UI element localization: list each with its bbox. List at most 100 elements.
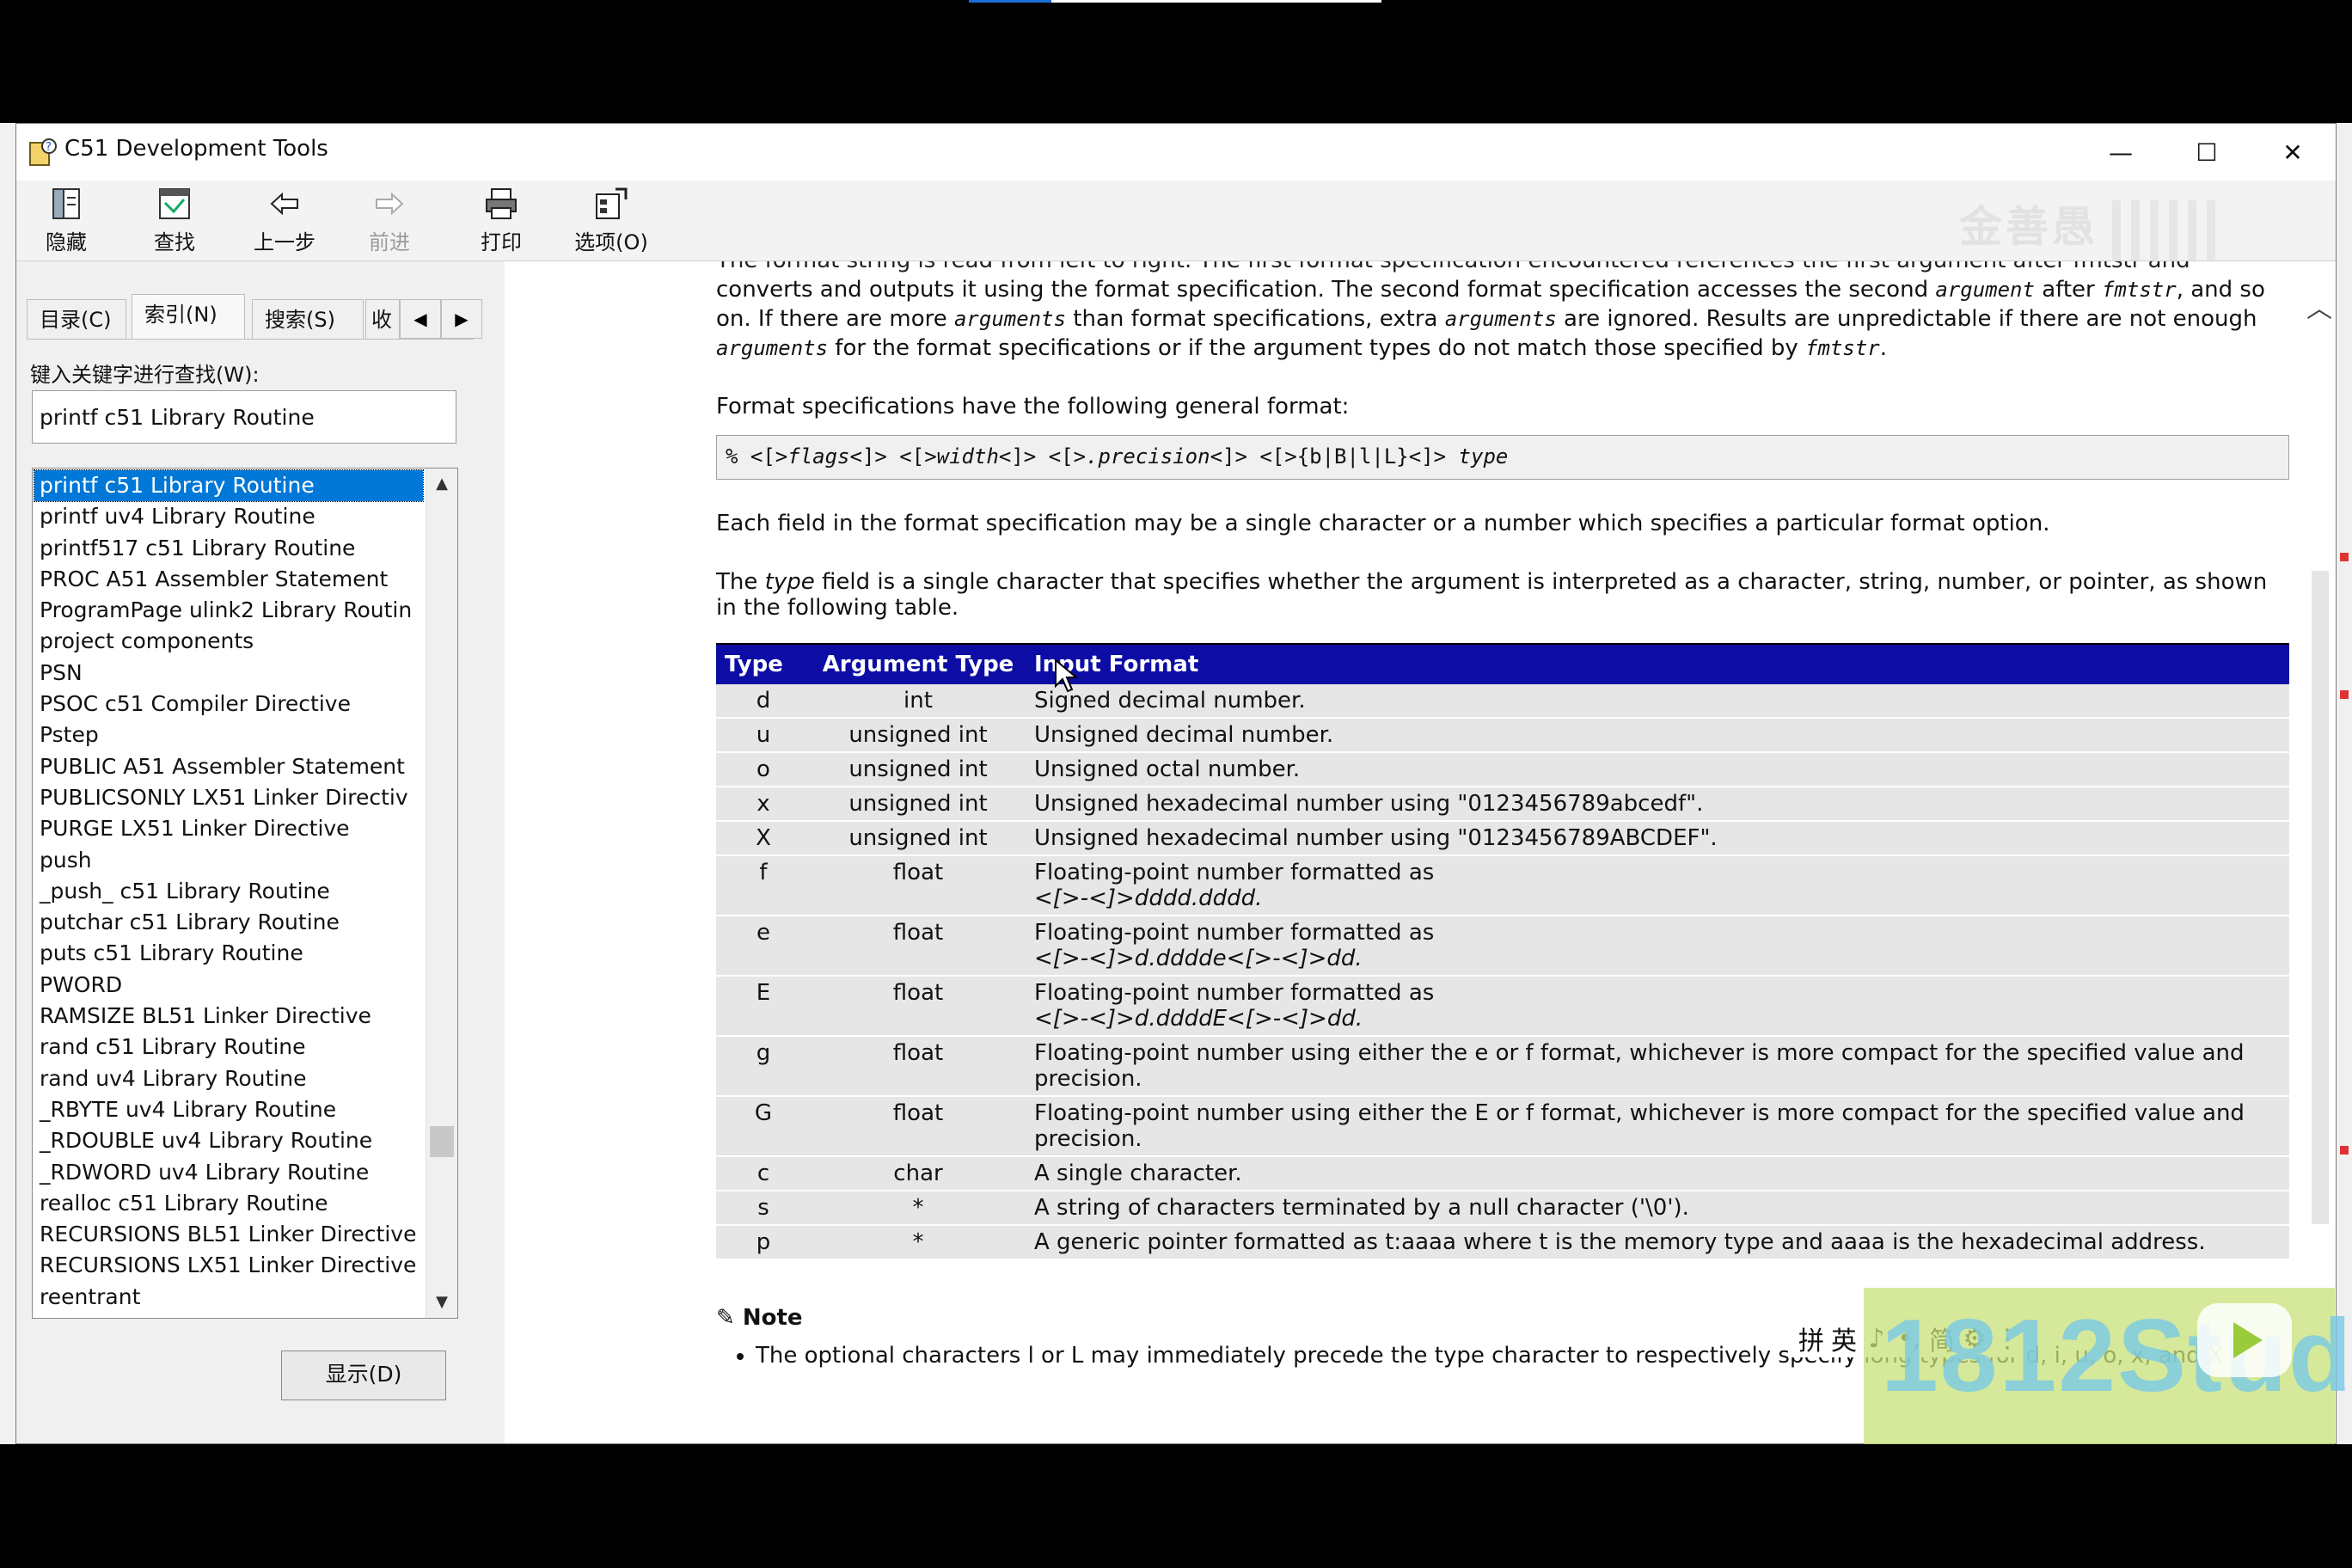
print-button[interactable]: 打印 (458, 186, 544, 258)
content-scrollbar[interactable]: ︿ (2303, 261, 2336, 1443)
format-cell: A single character. (1026, 1156, 2289, 1191)
argtype-cell: unsigned int (811, 821, 1026, 856)
index-list-item[interactable]: RAMSIZE BL51 Linker Directive (34, 1001, 423, 1032)
format-cell: Floating-point number using either the E… (1026, 1096, 2289, 1157)
index-items: printf c51 Library Routine printf uv4 Lib… (34, 469, 424, 1318)
format-desc: Unsigned hexadecimal number using "01234… (1034, 791, 1704, 817)
format-cell: Floating-point number formatted as <[>-<]… (1026, 855, 2289, 916)
type-cell: f (716, 855, 811, 916)
tab-contents[interactable]: 目录(C) (27, 299, 126, 339)
tab-index[interactable]: 索引(N) (132, 294, 245, 339)
scroll-thumb[interactable] (430, 1126, 454, 1157)
nav-tabs: 目录(C) 索引(N) 搜索(S) 收 ◀ ▶ (27, 294, 482, 339)
index-list[interactable]: printf c51 Library Routine printf uv4 Lib… (32, 468, 458, 1319)
table-row: u unsigned int Unsigned decimal number. (716, 718, 2289, 753)
close-icon: ✕ (2282, 138, 2303, 167)
index-list-item[interactable]: PWORD (34, 970, 423, 1001)
format-desc: Floating-point number formatted as (1034, 860, 1435, 885)
index-list-item[interactable]: reentrant (34, 1282, 423, 1313)
index-list-item[interactable]: _RDWORD uv4 Library Routine (34, 1157, 423, 1188)
index-list-item[interactable]: PSN (34, 658, 423, 689)
format-spec: <[>-<]>d.dddde<[>-<]>dd. (1034, 946, 1363, 971)
pane-splitter[interactable] (482, 261, 505, 1443)
index-list-item[interactable]: realloc c51 Library Routine (34, 1188, 423, 1219)
index-list-item[interactable]: _RDOUBLE uv4 Library Routine (34, 1125, 423, 1156)
index-list-item[interactable]: PROC A51 Assembler Statement (34, 564, 423, 595)
index-list-item[interactable]: PUBLIC A51 Assembler Statement (34, 751, 423, 782)
col-format-header: Input Format (1026, 643, 2289, 684)
index-list-item[interactable]: _push_ c51 Library Routine (34, 876, 423, 907)
help-window: ? C51 Development Tools — ☐ ✕ 隐藏 查找 上一步 … (15, 123, 2337, 1444)
index-list-item[interactable]: printf c51 Library Routine (34, 469, 424, 503)
index-list-item[interactable]: printf517 c51 Library Routine (34, 533, 423, 564)
minimize-button[interactable]: — (2078, 124, 2164, 181)
topic-body: The format string is read from left to r… (716, 261, 2289, 1370)
index-list-item[interactable]: RECURSIONS LX51 Linker Directive (34, 1250, 423, 1281)
background-window-strip (0, 123, 16, 1444)
type-cell: g (716, 1036, 811, 1097)
table-row: e float Floating-point number formatted as… (716, 916, 2289, 977)
tab-favorites[interactable]: 收 (365, 299, 400, 339)
tab-search[interactable]: 搜索(S) (252, 299, 364, 339)
index-list-item[interactable]: rand c51 Library Routine (34, 1032, 423, 1063)
index-list-item[interactable]: putchar c51 Library Routine (34, 907, 423, 938)
format-desc: Floating-point number formatted as (1034, 920, 1435, 946)
tab-scroll-left-icon[interactable]: ◀ (400, 299, 441, 339)
paragraph-4: The type field is a single character tha… (716, 569, 2268, 621)
format-cell: Signed decimal number. (1026, 684, 2289, 719)
index-list-item[interactable]: puts c51 Library Routine (34, 938, 423, 969)
argtype-cell: * (811, 1191, 1026, 1226)
forward-button[interactable]: 前进 (346, 186, 432, 258)
format-cell: A generic pointer formatted as t:aaaa wh… (1026, 1225, 2289, 1260)
tab-scroll: ◀ ▶ (400, 299, 482, 339)
content-scroll-up-icon[interactable]: ︿ (2306, 287, 2332, 325)
back-arrow-icon (270, 192, 298, 216)
ime-button[interactable]: 英 (1829, 1320, 1859, 1357)
keyword-input[interactable] (32, 390, 456, 444)
type-cell: d (716, 684, 811, 719)
index-list-item[interactable]: rand uv4 Library Routine (34, 1063, 423, 1094)
title-bar[interactable]: ? C51 Development Tools — ☐ ✕ (16, 124, 2336, 181)
hide-button[interactable]: 隐藏 (23, 186, 109, 258)
options-button[interactable]: 选项(O) (568, 186, 654, 258)
fmtstr-term: fmtstr (2101, 278, 2177, 302)
table-body: d int Signed decimal number. u unsigned int U… (716, 684, 2289, 1260)
tab-scroll-right-icon[interactable]: ▶ (441, 299, 482, 339)
argtype-cell: unsigned int (811, 787, 1026, 822)
index-list-item[interactable]: REFILE BL51 Linker Directive (34, 1313, 423, 1318)
format-cell: Floating-point number formatted as <[>-<]… (1026, 976, 2289, 1037)
index-list-item[interactable]: push (34, 845, 423, 876)
maximize-button[interactable]: ☐ (2164, 124, 2250, 181)
close-button[interactable]: ✕ (2250, 124, 2336, 181)
index-list-item[interactable]: ProgramPage ulink2 Library Routin (34, 595, 423, 626)
locate-button[interactable]: 查找 (132, 186, 217, 258)
index-list-item[interactable]: PSOC c51 Compiler Directive (34, 689, 423, 720)
format-desc: Floating-point number formatted as (1034, 980, 1435, 1006)
index-scrollbar[interactable]: ▲ ▼ (426, 469, 457, 1318)
type-cell: u (716, 718, 811, 753)
format-cell: Floating-point number formatted as <[>-<]… (1026, 916, 2289, 977)
index-list-item[interactable]: printf uv4 Library Routine (34, 501, 423, 532)
hide-pane-icon (52, 188, 80, 219)
index-list-item[interactable]: PURGE LX51 Linker Directive (34, 813, 423, 844)
index-list-item[interactable]: RECURSIONS BL51 Linker Directive (34, 1219, 423, 1250)
table-row: c char A single character. (716, 1156, 2289, 1191)
scroll-down-icon[interactable]: ▼ (426, 1287, 457, 1318)
index-list-item[interactable]: project components (34, 626, 423, 657)
show-button[interactable]: 显示(D) (281, 1351, 446, 1400)
back-label: 上一步 (254, 230, 315, 254)
index-list-item[interactable]: _RBYTE uv4 Library Routine (34, 1094, 423, 1125)
format-desc: Unsigned octal number. (1034, 756, 1301, 782)
format-desc: Floating-point number using either the e… (1034, 1040, 2245, 1092)
back-button[interactable]: 上一步 (242, 186, 328, 258)
col-type-header: Type (716, 643, 811, 684)
index-list-item[interactable]: Pstep (34, 720, 423, 750)
arg-term: argument (1935, 278, 2035, 302)
index-list-item[interactable]: PUBLICSONLY LX51 Linker Directiv (34, 782, 423, 813)
navigation-pane: 目录(C) 索引(N) 搜索(S) 收 ◀ ▶ 键入关键字进行查找(W): pr… (16, 261, 483, 1443)
argtype-cell: int (811, 684, 1026, 719)
scroll-up-icon[interactable]: ▲ (426, 469, 457, 499)
table-header-row: Type Argument Type Input Format (716, 643, 2289, 684)
ime-button[interactable]: 拼 (1797, 1320, 1826, 1357)
content-scroll-thumb[interactable] (2312, 571, 2329, 1224)
